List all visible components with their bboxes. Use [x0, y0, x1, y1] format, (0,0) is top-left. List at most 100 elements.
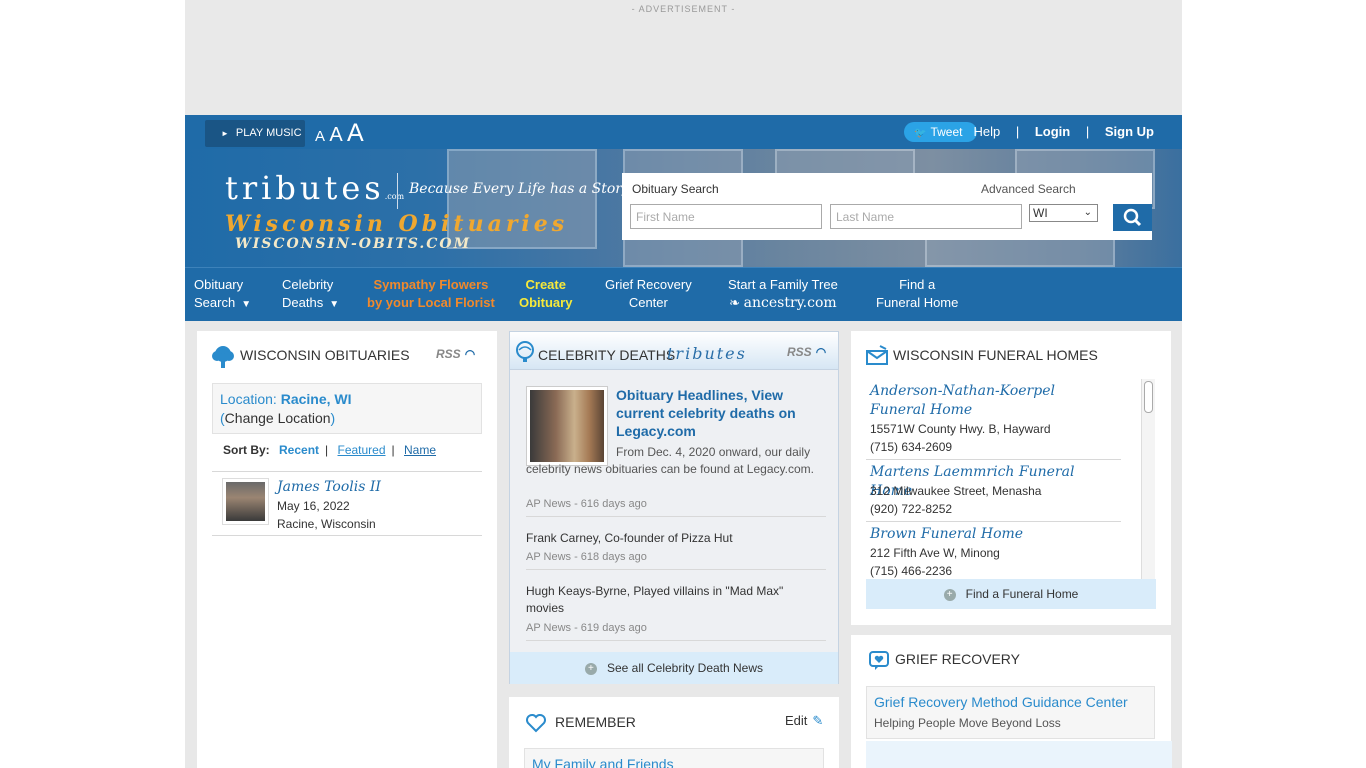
see-all-label: See all Celebrity Death News — [606, 661, 764, 675]
obituary-search-box: Obituary Search Advanced Search WI ⌄ — [622, 173, 1152, 240]
tweet-label: Tweet — [930, 125, 963, 139]
font-size-controls: A A A — [315, 119, 365, 148]
divider — [866, 521, 1121, 522]
obituary-photo[interactable] — [222, 478, 269, 525]
news-item[interactable]: Hugh Keays-Byrne, Played villains in "Ma… — [526, 583, 816, 617]
first-name-input[interactable] — [630, 204, 822, 229]
celebrity-description: From Dec. 4, 2020 onward, our daily cele… — [526, 445, 814, 476]
chevron-down-icon: ▼ — [329, 299, 340, 310]
heart-hand-icon — [524, 711, 548, 738]
obituary-date: May 16, 2022 — [277, 499, 350, 513]
chevron-down-icon: ⌄ — [1083, 207, 1092, 218]
scrollbar-thumb[interactable] — [1144, 381, 1153, 413]
state-title: Wisconsin Obituaries — [225, 211, 569, 237]
font-size-large-button[interactable]: A — [347, 119, 364, 148]
family-friends-link[interactable]: My Family and Friends — [532, 756, 674, 768]
rss-label: RSS — [436, 347, 461, 361]
rss-icon: ◠ — [815, 345, 827, 359]
login-link[interactable]: Login — [1035, 124, 1070, 139]
nav-label: Obituary — [519, 295, 573, 310]
funeral-homes-scrollbar[interactable] — [1141, 379, 1155, 579]
nav-label: Celebrity — [282, 277, 334, 292]
news-source: AP News - 618 days ago — [526, 551, 647, 563]
see-all-celebrity-button[interactable]: + See all Celebrity Death News — [510, 652, 838, 684]
main-navigation: Obituary Search ▼ Celebrity Deaths ▼ Sympa… — [185, 267, 1182, 321]
globe-icon — [515, 341, 535, 366]
location-value[interactable]: Racine, WI — [281, 391, 352, 407]
funeral-homes-title: WISCONSIN FUNERAL HOMES — [893, 347, 1098, 363]
news-source: AP News - 616 days ago — [526, 498, 647, 510]
font-size-small-button[interactable]: A — [315, 128, 325, 145]
nav-label: by your Local Florist — [367, 295, 495, 310]
funeral-home-phone: (920) 722-8252 — [870, 502, 953, 516]
news-item[interactable]: Frank Carney, Co-founder of Pizza Hut — [526, 530, 816, 547]
envelope-icon — [866, 345, 888, 368]
grief-center-subtitle: Helping People Move Beyond Loss — [874, 716, 1061, 730]
funeral-home-name[interactable]: Brown Funeral Home — [870, 525, 1110, 544]
page-container: - ADVERTISEMENT - ► PLAY MUSIC A A A 🐦 Twe… — [185, 0, 1182, 768]
change-location-link[interactable]: Change Location — [225, 410, 331, 426]
funeral-home-address: 212 Fifth Ave W, Minong — [870, 546, 1000, 560]
obituaries-card: WISCONSIN OBITUARIES RSS ◠ Location: Raci… — [197, 331, 497, 768]
divider — [866, 459, 1121, 460]
edit-button[interactable]: Edit ✎ — [785, 713, 823, 729]
grief-recovery-card: GRIEF RECOVERY Grief Recovery Method Gui… — [851, 635, 1172, 768]
sort-separator: | — [325, 443, 329, 457]
divider — [212, 535, 482, 536]
plus-icon: + — [943, 588, 956, 601]
obituary-place: Racine, Wisconsin — [277, 517, 376, 531]
signup-link[interactable]: Sign Up — [1105, 124, 1154, 139]
search-button[interactable] — [1113, 204, 1152, 231]
nav-find-funeral-home[interactable]: Find a Funeral Home — [876, 276, 958, 312]
nav-sympathy-flowers[interactable]: Sympathy Flowers by your Local Florist — [367, 276, 495, 312]
tweet-button[interactable]: 🐦 Tweet — [904, 122, 977, 142]
divider — [526, 516, 826, 517]
search-label: Obituary Search — [632, 182, 719, 196]
link-separator: | — [1015, 124, 1020, 139]
last-name-input[interactable] — [830, 204, 1022, 229]
celebrity-headline[interactable]: Obituary Headlines, View current celebri… — [616, 386, 821, 440]
nav-grief-recovery[interactable]: Grief Recovery Center — [605, 276, 692, 312]
help-link[interactable]: Help — [973, 124, 1000, 139]
nav-label: Find a — [899, 277, 936, 292]
divider — [526, 640, 826, 641]
celebrity-header: CELEBRITY DEATHS tributes RSS ◠ — [510, 332, 838, 370]
grief-center-box[interactable]: Grief Recovery Method Guidance Center He… — [866, 686, 1155, 739]
sort-recent[interactable]: Recent — [279, 443, 319, 457]
font-size-medium-button[interactable]: A — [329, 124, 342, 147]
tributes-logo[interactable]: tributes.com — [225, 169, 404, 207]
nav-label: Create — [525, 277, 566, 292]
sort-separator: | — [391, 443, 395, 457]
ancestry-logo: ancestry.com — [743, 295, 837, 311]
nav-family-tree[interactable]: Start a Family Tree ❧ ancestry.com — [728, 276, 838, 312]
obituaries-rss-link[interactable]: RSS ◠ — [436, 347, 475, 361]
funeral-home-address: 15571W County Hwy. B, Hayward — [870, 422, 1051, 436]
news-source: AP News - 619 days ago — [526, 622, 647, 634]
edit-label: Edit — [785, 713, 808, 728]
link-separator: | — [1085, 124, 1090, 139]
play-music-button[interactable]: ► PLAY MUSIC — [205, 120, 305, 147]
state-select[interactable]: WI ⌄ — [1029, 204, 1098, 222]
remember-card: REMEMBER Edit ✎ My Family and Friends — [509, 697, 839, 768]
advanced-search-link[interactable]: Advanced Search — [981, 182, 1076, 196]
grief-center-link[interactable]: Grief Recovery Method Guidance Center — [874, 694, 1128, 710]
ancestry-leaf-icon: ❧ — [729, 295, 741, 310]
nav-obituary-search[interactable]: Obituary Search ▼ — [194, 276, 251, 314]
location-label: Location: — [220, 391, 281, 407]
portrait — [226, 482, 265, 521]
nav-label: Sympathy Flowers — [373, 277, 489, 292]
sort-featured[interactable]: Featured — [338, 443, 386, 457]
find-funeral-home-button[interactable]: + Find a Funeral Home — [866, 579, 1156, 609]
sort-name[interactable]: Name — [404, 443, 436, 457]
paren: ) — [330, 410, 336, 426]
obituaries-title: WISCONSIN OBITUARIES — [240, 347, 410, 363]
advertisement-area[interactable]: - ADVERTISEMENT - — [185, 0, 1182, 115]
funeral-home-name[interactable]: Anderson-Nathan-Koerpel Funeral Home — [870, 382, 1110, 420]
nav-celebrity-deaths[interactable]: Celebrity Deaths ▼ — [282, 276, 339, 314]
celebrity-rss-link[interactable]: RSS ◠ — [787, 345, 826, 359]
obituary-name[interactable]: James Toolis II — [277, 479, 381, 495]
site-domain: WISCONSIN-OBITS.COM — [235, 236, 472, 252]
rss-label: RSS — [787, 345, 812, 359]
nav-create-obituary[interactable]: Create Obituary — [519, 276, 572, 312]
tagline: Because Every Life has a Story — [409, 181, 630, 197]
